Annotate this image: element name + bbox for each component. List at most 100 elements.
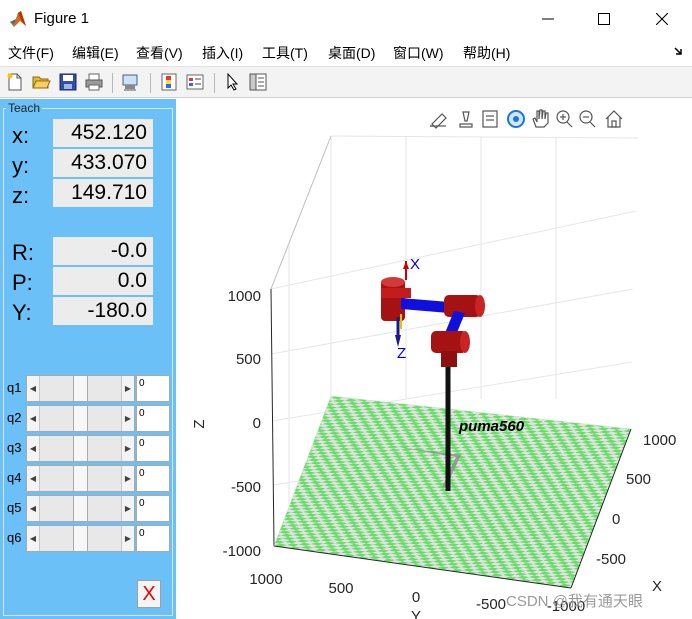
q2-value[interactable]: 0 bbox=[136, 405, 170, 432]
teach-panel-title: Teach bbox=[6, 101, 43, 115]
close-window-button[interactable] bbox=[634, 0, 690, 38]
link-figure-icon[interactable] bbox=[120, 72, 140, 92]
q3-value[interactable]: 0 bbox=[136, 435, 170, 462]
toolbar-separator bbox=[150, 73, 151, 93]
window-title: Figure 1 bbox=[34, 10, 90, 27]
y-axis-label: X bbox=[652, 578, 662, 595]
z-tick-label: -500 bbox=[231, 479, 261, 496]
slider-thumb[interactable] bbox=[73, 406, 88, 431]
q1-value[interactable]: 0 bbox=[136, 375, 170, 402]
q3-slider[interactable]: ◀ ▶ bbox=[26, 435, 135, 462]
pitch-label: P: bbox=[12, 270, 33, 295]
q2-slider[interactable]: ◀ ▶ bbox=[26, 405, 135, 432]
menu-edit[interactable]: 编辑(E) bbox=[72, 43, 119, 63]
watermark-text: CSDN @我有通天眼 bbox=[506, 593, 643, 610]
slider-thumb[interactable] bbox=[73, 376, 88, 401]
property-inspector-icon[interactable] bbox=[248, 72, 268, 92]
roll-label: R: bbox=[12, 240, 34, 265]
slider-thumb[interactable] bbox=[73, 496, 88, 521]
q6-label: q6 bbox=[7, 530, 22, 545]
slider-right-arrow-icon[interactable]: ▶ bbox=[121, 406, 134, 431]
minimize-button[interactable] bbox=[520, 0, 576, 38]
y-tick-label: -500 bbox=[596, 551, 626, 568]
menu-insert[interactable]: 插入(I) bbox=[202, 43, 243, 63]
slider-right-arrow-icon[interactable]: ▶ bbox=[121, 526, 134, 551]
z-axis-label: Z bbox=[191, 419, 208, 428]
matlab-logo-icon bbox=[10, 11, 26, 27]
robot-plot-axes[interactable]: X Z puma560 1000 500 0 -500 -1000 Z 1000… bbox=[176, 99, 692, 619]
z-tick-label: 500 bbox=[236, 351, 261, 368]
tool-frame-z-label: Z bbox=[397, 345, 406, 362]
slider-thumb[interactable] bbox=[73, 526, 88, 551]
q5-value[interactable]: 0 bbox=[136, 495, 170, 522]
q1-slider[interactable]: ◀ ▶ bbox=[26, 375, 135, 402]
z-value: 149.710 bbox=[53, 179, 153, 207]
menu-view[interactable]: 查看(V) bbox=[136, 43, 183, 63]
roll-value: -0.0 bbox=[53, 237, 153, 265]
slider-left-arrow-icon[interactable]: ◀ bbox=[27, 376, 40, 401]
q4-label: q4 bbox=[7, 470, 22, 485]
colorbar-icon[interactable] bbox=[159, 72, 179, 92]
x-value: 452.120 bbox=[53, 119, 153, 147]
floor-plane bbox=[273, 395, 632, 589]
q4-slider[interactable]: ◀ ▶ bbox=[26, 465, 135, 492]
figure-window: Figure 1 文件(F) 编辑(E) 查看(V) 插入(I) 工具(T) 桌… bbox=[0, 0, 692, 619]
q5-label: q5 bbox=[7, 500, 22, 515]
slider-left-arrow-icon[interactable]: ◀ bbox=[27, 526, 40, 551]
menu-desktop[interactable]: 桌面(D) bbox=[328, 43, 375, 63]
slider-left-arrow-icon[interactable]: ◀ bbox=[27, 496, 40, 521]
pitch-value: 0.0 bbox=[53, 267, 153, 295]
teach-panel: Teach x: 452.120 y: 433.070 z: 149.710 R… bbox=[0, 99, 176, 619]
axes-toolbar bbox=[430, 109, 623, 129]
x-tick-label: 1000 bbox=[249, 571, 282, 588]
y-tick-label: 500 bbox=[626, 471, 651, 488]
figure-toolbar bbox=[0, 66, 692, 98]
menu-help[interactable]: 帮助(H) bbox=[463, 43, 510, 63]
maximize-button[interactable] bbox=[576, 0, 632, 38]
y-label: y: bbox=[12, 153, 30, 178]
legend-icon[interactable] bbox=[185, 72, 205, 92]
slider-left-arrow-icon[interactable]: ◀ bbox=[27, 436, 40, 461]
slider-left-arrow-icon[interactable]: ◀ bbox=[27, 406, 40, 431]
teach-close-button[interactable]: X bbox=[137, 580, 161, 608]
q6-slider[interactable]: ◀ ▶ bbox=[26, 525, 135, 552]
rotate-3d-icon[interactable] bbox=[507, 110, 525, 128]
tool-frame-x-label: X bbox=[410, 256, 420, 273]
q6-value[interactable]: 0 bbox=[136, 525, 170, 552]
x-axis-label: Y bbox=[411, 608, 421, 619]
title-bar: Figure 1 bbox=[0, 0, 692, 38]
slider-right-arrow-icon[interactable]: ▶ bbox=[121, 376, 134, 401]
dock-arrow-icon[interactable] bbox=[674, 46, 684, 56]
slider-thumb[interactable] bbox=[73, 436, 88, 461]
data-tips-icon[interactable] bbox=[459, 111, 473, 128]
zoom-out-icon[interactable] bbox=[579, 110, 596, 128]
menu-file[interactable]: 文件(F) bbox=[8, 43, 54, 63]
slider-right-arrow-icon[interactable]: ▶ bbox=[121, 496, 134, 521]
q3-label: q3 bbox=[7, 440, 22, 455]
close-icon bbox=[656, 13, 668, 25]
home-icon[interactable] bbox=[605, 110, 623, 128]
menu-bar: 文件(F) 编辑(E) 查看(V) 插入(I) 工具(T) 桌面(D) 窗口(W… bbox=[0, 38, 692, 66]
open-folder-icon[interactable] bbox=[31, 72, 51, 92]
z-tick-label: -1000 bbox=[223, 543, 261, 560]
zoom-in-icon[interactable] bbox=[556, 110, 573, 128]
menu-tools[interactable]: 工具(T) bbox=[262, 43, 308, 63]
print-icon[interactable] bbox=[84, 72, 104, 92]
legend-toggle-icon[interactable] bbox=[482, 110, 498, 128]
x-tick-label: -500 bbox=[476, 596, 506, 613]
slider-thumb[interactable] bbox=[73, 466, 88, 491]
slider-left-arrow-icon[interactable]: ◀ bbox=[27, 466, 40, 491]
menu-window[interactable]: 窗口(W) bbox=[393, 43, 444, 63]
q5-slider[interactable]: ◀ ▶ bbox=[26, 495, 135, 522]
z-axis: 1000 500 0 -500 -1000 Z bbox=[191, 288, 261, 560]
save-icon[interactable] bbox=[58, 72, 78, 92]
slider-right-arrow-icon[interactable]: ▶ bbox=[121, 466, 134, 491]
y-tick-label: 1000 bbox=[643, 432, 676, 449]
pointer-icon[interactable] bbox=[222, 72, 242, 92]
slider-right-arrow-icon[interactable]: ▶ bbox=[121, 436, 134, 461]
brush-icon[interactable] bbox=[430, 113, 447, 129]
yaw-value: -180.0 bbox=[53, 297, 153, 325]
new-figure-icon[interactable] bbox=[5, 72, 25, 92]
q4-value[interactable]: 0 bbox=[136, 465, 170, 492]
pan-icon[interactable] bbox=[532, 109, 549, 128]
